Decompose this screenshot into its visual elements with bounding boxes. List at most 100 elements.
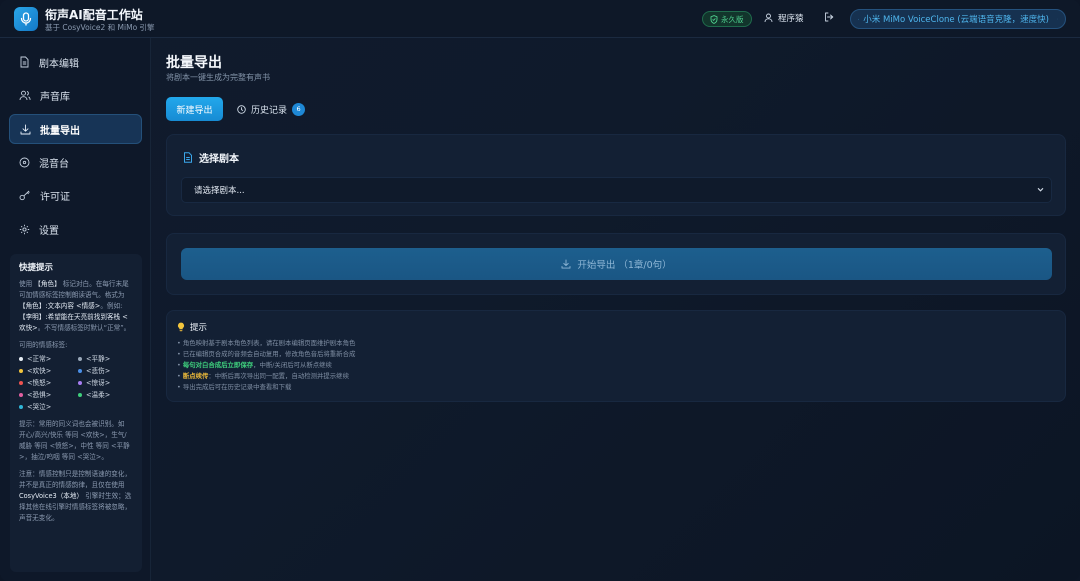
download-icon xyxy=(20,124,31,134)
sidebar-item-label: 批量导出 xyxy=(40,125,80,137)
app-window: 衔声AI配音工作站 基于 CosyVoice2 和 MiMo 引擎 永久版 程序… xyxy=(0,0,1080,581)
card-title-label: 选择剧本 xyxy=(199,154,239,165)
emotion-color-dot xyxy=(19,381,23,385)
license-badge-label: 永久版 xyxy=(721,14,744,24)
sidebar: 剧本编辑 声音库 批量导出 混音台 许可证 设置 快捷提示 使用 【角色】 标记… xyxy=(0,38,151,581)
emotion-tag-label: <欢快> xyxy=(27,367,52,375)
emotion-color-dot xyxy=(78,393,82,397)
sidebar-item-batch-export[interactable]: 批量导出 xyxy=(9,114,142,144)
tip-text: 。不写情感标签时默认“正常”。 xyxy=(37,324,131,332)
user-icon xyxy=(764,13,773,23)
sidebar-item-license[interactable]: 许可证 xyxy=(9,180,142,210)
chevron-down-icon xyxy=(1037,187,1044,192)
emotion-tag-label: <温柔> xyxy=(86,391,111,399)
file-text-icon xyxy=(184,152,192,163)
emotion-tag-label: <悲伤> xyxy=(86,367,111,375)
emotion-color-dot xyxy=(19,369,23,373)
logout-button[interactable] xyxy=(824,12,834,25)
shield-check-icon xyxy=(710,14,718,24)
key-icon xyxy=(19,190,30,200)
tip-line: • 已在编辑页合成的音频会自动复用，修改角色音后将重新合成 xyxy=(177,349,1055,360)
start-export-button[interactable]: 开始导出 （1章/0句） xyxy=(181,248,1052,280)
users-icon xyxy=(19,90,31,100)
tab-new-export[interactable]: 新建导出 xyxy=(166,97,223,121)
tab-history[interactable]: 历史记录 6 xyxy=(232,97,310,121)
emotion-color-dot xyxy=(78,357,82,361)
export-tips-title: 提示 xyxy=(177,321,1055,333)
tip-text: 角色映射基于剧本角色列表，请在剧本编辑页面维护剧本角色 xyxy=(182,339,356,347)
tip-line: • 导出完成后可在历史记录中查看和下载 xyxy=(177,382,1055,393)
select-script-title: 选择剧本 xyxy=(183,150,239,165)
logout-icon xyxy=(825,12,834,22)
emotion-color-dot xyxy=(78,369,82,373)
app-title: 衔声AI配音工作站 xyxy=(45,8,143,22)
sidebar-item-voice-library[interactable]: 声音库 xyxy=(9,80,142,110)
top-header: 衔声AI配音工作站 基于 CosyVoice2 和 MiMo 引擎 永久版 程序… xyxy=(0,0,1080,38)
tab-history-label: 历史记录 xyxy=(251,105,288,116)
emotion-tag: <悲伤> xyxy=(78,365,133,377)
page-title: 批量导出 xyxy=(166,55,222,71)
emotion-tag-label: <平静> xyxy=(86,355,111,363)
sidebar-item-settings[interactable]: 设置 xyxy=(9,214,142,244)
quick-tips-title: 快捷提示 xyxy=(19,263,54,273)
emotion-tag-label: <愤怒> xyxy=(27,379,52,387)
sidebar-item-mixer[interactable]: 混音台 xyxy=(9,147,142,177)
emotions-label: 可用的情感标签: xyxy=(19,341,68,349)
synonym-note: 提示：常用的同义词也会被识别。如 开心/高兴/快乐 等同 <欢快>，生气/威胁 … xyxy=(19,420,130,461)
tip-text: ，中断/关闭后可从断点继续 xyxy=(253,361,332,369)
emotion-color-dot xyxy=(19,357,23,361)
tip-highlight: 【角色】:文本内容 <情感> xyxy=(19,302,101,310)
tip-text: ：中断后再次导出同一配置，自动检测并提示继续 xyxy=(208,372,349,380)
engine-note: 注意：情感控制只是控制语速的变化，并不是真正的情感韵律，且仅在使用 CosyVo… xyxy=(19,469,133,524)
tip-text: 导出完成后可在历史记录中查看和下载 xyxy=(182,383,292,391)
lightbulb-icon xyxy=(177,322,185,332)
sidebar-item-script-editor[interactable]: 剧本编辑 xyxy=(9,47,142,77)
user-menu[interactable]: 程序猿 xyxy=(764,12,804,24)
tip-highlight: 每句对白合成后立即保存 xyxy=(182,361,254,369)
license-badge: 永久版 xyxy=(702,11,752,27)
select-script-card: 选择剧本 请选择剧本... xyxy=(166,134,1066,216)
emotion-tag: <愤怒> xyxy=(19,377,74,389)
disc-icon xyxy=(19,157,30,167)
download-icon xyxy=(561,259,571,269)
username: 程序猿 xyxy=(778,14,804,24)
emotion-color-dot xyxy=(78,381,82,385)
engine-selector[interactable]: 小米 MiMo VoiceClone (云端语音克隆，速度快) xyxy=(850,9,1066,29)
export-card: 开始导出 （1章/0句） xyxy=(166,233,1066,295)
sidebar-item-label: 混音台 xyxy=(39,158,69,170)
emotion-tag: <正常> xyxy=(19,353,74,365)
clock-icon xyxy=(237,104,246,114)
quick-tips-intro: 使用 【角色】 标记对白。在每行末尾可加情感标签控制朗读语气。格式为 【角色】:… xyxy=(19,279,133,334)
start-export-label: 开始导出 （1章/0句） xyxy=(577,260,672,271)
tip-highlight: 断点续传 xyxy=(182,372,209,380)
script-select[interactable]: 请选择剧本... xyxy=(181,177,1052,203)
sidebar-item-label: 声音库 xyxy=(40,91,70,103)
emotion-tag: <哭泣> xyxy=(19,401,74,413)
tips-title-label: 提示 xyxy=(190,323,208,333)
tip-highlight: CosyVoice3（本地） xyxy=(19,492,84,500)
sidebar-item-label: 设置 xyxy=(39,225,59,237)
quick-tips-panel: 快捷提示 使用 【角色】 标记对白。在每行末尾可加情感标签控制朗读语气。格式为 … xyxy=(10,254,142,572)
emotion-tag-label: <惊讶> xyxy=(86,379,111,387)
emotion-color-dot xyxy=(19,393,23,397)
tip-line: • 角色映射基于剧本角色列表，请在剧本编辑页面维护剧本角色 xyxy=(177,338,1055,349)
chevron-down-icon xyxy=(1057,18,1058,20)
main-content: 批量导出 将剧本一键生成为完整有声书 新建导出 历史记录 6 选择剧本 请选择剧… xyxy=(152,38,1080,581)
tip-text: 使用 xyxy=(19,280,33,288)
tip-text: 注意：情感控制只是控制语速的变化，并不是真正的情感韵律，且仅在使用 xyxy=(19,470,132,489)
emotion-tag: <欢快> xyxy=(19,365,74,377)
speaker-icon xyxy=(858,18,860,20)
tip-line: • 每句对白合成后立即保存，中断/关闭后可从断点继续 xyxy=(177,360,1055,371)
emotion-tag-label: <哭泣> xyxy=(27,403,52,411)
emotion-color-dot xyxy=(19,405,23,409)
export-tips-list: • 角色映射基于剧本角色列表，请在剧本编辑页面维护剧本角色 • 已在编辑页合成的音… xyxy=(177,338,1055,393)
sidebar-item-label: 许可证 xyxy=(40,191,70,203)
emotion-tag-label: <恐惧> xyxy=(27,391,52,399)
tip-highlight: 【角色】 xyxy=(34,280,61,288)
page-subtitle: 将剧本一键生成为完整有声书 xyxy=(166,73,270,82)
emotion-tag: <温柔> xyxy=(78,389,133,401)
document-icon xyxy=(20,56,29,68)
history-count-badge: 6 xyxy=(292,102,306,116)
sidebar-item-label: 剧本编辑 xyxy=(39,58,79,70)
engine-label: 小米 MiMo VoiceClone (云端语音克隆，速度快) xyxy=(863,15,1049,25)
